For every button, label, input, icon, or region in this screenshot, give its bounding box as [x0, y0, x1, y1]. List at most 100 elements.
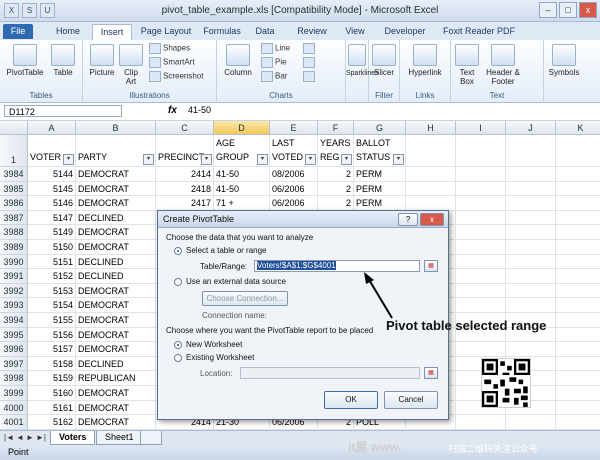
tab-insert[interactable]: Insert: [92, 24, 132, 40]
cell[interactable]: [406, 135, 456, 167]
cell[interactable]: [556, 240, 600, 255]
external-source-radio[interactable]: [174, 278, 182, 286]
tab-foxit-reader-pdf[interactable]: Foxit Reader PDF: [440, 24, 518, 39]
cell-voter[interactable]: 5149: [28, 225, 76, 240]
cell-age[interactable]: 71 +: [214, 196, 270, 211]
column-header-g[interactable]: G: [354, 121, 406, 135]
header-cell[interactable]: AGE GROUP ▾: [214, 135, 270, 167]
filter-dropdown-icon[interactable]: ▾: [143, 154, 154, 165]
slicer-button[interactable]: Slicer: [371, 44, 397, 77]
cell-party[interactable]: DEMOCRAT: [76, 415, 156, 430]
fx-icon[interactable]: fx: [168, 105, 177, 116]
tab-review[interactable]: Review: [292, 24, 332, 39]
cell-voter[interactable]: 5162: [28, 415, 76, 430]
cell-voted[interactable]: 06/2006: [270, 196, 318, 211]
filter-dropdown-icon[interactable]: ▾: [393, 154, 404, 165]
cell[interactable]: [456, 167, 506, 182]
cell[interactable]: [556, 313, 600, 328]
close-button[interactable]: x: [579, 2, 597, 18]
cell-voter[interactable]: 5156: [28, 327, 76, 343]
tab-formulas[interactable]: Formulas: [200, 24, 244, 39]
cell[interactable]: [456, 269, 506, 284]
column-header-j[interactable]: J: [506, 121, 556, 135]
cell[interactable]: [456, 415, 506, 430]
cell-voter[interactable]: 5150: [28, 240, 76, 255]
column-header-f[interactable]: F: [318, 121, 354, 135]
cell[interactable]: [456, 240, 506, 255]
clipart-button[interactable]: Clip Art: [119, 44, 143, 86]
row-header[interactable]: 3985: [0, 181, 28, 197]
tab-developer[interactable]: Developer: [378, 24, 432, 39]
cell-voter[interactable]: 5146: [28, 196, 76, 211]
cell[interactable]: [456, 225, 506, 240]
prev-sheet-button[interactable]: ◄: [16, 433, 24, 442]
cell[interactable]: [556, 298, 600, 313]
cell-party[interactable]: DECLINED: [76, 356, 156, 372]
cell[interactable]: [456, 283, 506, 299]
column-header-e[interactable]: E: [270, 121, 318, 135]
cell[interactable]: [556, 371, 600, 386]
cell[interactable]: [456, 135, 506, 167]
column-header-a[interactable]: A: [28, 121, 76, 135]
screenshot-button[interactable]: Screenshot: [149, 71, 203, 82]
column-header-c[interactable]: C: [156, 121, 214, 135]
area-chart-button[interactable]: [303, 43, 317, 54]
scatter-chart-button[interactable]: [303, 57, 317, 68]
filter-dropdown-icon[interactable]: ▾: [341, 154, 352, 165]
maximize-button[interactable]: □: [559, 2, 577, 18]
cell-voter[interactable]: 5157: [28, 342, 76, 357]
cell[interactable]: [556, 211, 600, 226]
cell-precinct[interactable]: 2417: [156, 196, 214, 211]
column-header-h[interactable]: H: [406, 121, 456, 135]
existing-worksheet-radio[interactable]: [174, 354, 182, 362]
row-header[interactable]: 3995: [0, 327, 28, 343]
row-header[interactable]: 3993: [0, 298, 28, 313]
cell-party[interactable]: DECLINED: [76, 254, 156, 270]
cell[interactable]: [406, 181, 456, 197]
name-box[interactable]: D1172: [4, 105, 122, 117]
row-header[interactable]: 4000: [0, 400, 28, 416]
cell[interactable]: [506, 342, 556, 357]
cell[interactable]: [556, 401, 600, 416]
first-sheet-button[interactable]: |◄: [4, 433, 14, 442]
other-charts-button[interactable]: [303, 71, 317, 82]
smartart-button[interactable]: SmartArt: [149, 57, 195, 68]
sparklines-button[interactable]: Sparklines: [346, 44, 379, 78]
cell[interactable]: [556, 167, 600, 182]
cell-years[interactable]: 2: [318, 181, 354, 197]
cell[interactable]: [506, 167, 556, 182]
cell-party[interactable]: DEMOCRAT: [76, 386, 156, 401]
table-button[interactable]: Table: [48, 44, 78, 77]
cell-voter[interactable]: 5160: [28, 386, 76, 401]
cell[interactable]: [556, 357, 600, 372]
cell[interactable]: [506, 210, 556, 226]
choose-connection-button[interactable]: Choose Connection...: [202, 291, 288, 306]
cell-years[interactable]: 2: [318, 167, 354, 182]
header-cell[interactable]: VOTER ▾: [28, 135, 76, 167]
cell-status[interactable]: PERM: [354, 181, 406, 197]
filter-dropdown-icon[interactable]: ▾: [63, 154, 74, 165]
cell-party[interactable]: DEMOCRAT: [76, 298, 156, 313]
row-header[interactable]: 3991: [0, 269, 28, 284]
bar-chart-button[interactable]: Bar: [261, 71, 287, 82]
cell-age[interactable]: 41-50: [214, 167, 270, 182]
cell[interactable]: [456, 181, 506, 197]
cell[interactable]: [556, 342, 600, 357]
header-cell[interactable]: PRECINCT ▾: [156, 135, 214, 167]
minimize-button[interactable]: –: [539, 2, 557, 18]
cell-precinct[interactable]: 2414: [156, 167, 214, 182]
cell[interactable]: [506, 225, 556, 240]
help-button[interactable]: ?: [398, 213, 418, 226]
cell[interactable]: [556, 284, 600, 299]
row-header[interactable]: 3990: [0, 254, 28, 270]
cell-status[interactable]: PERM: [354, 196, 406, 211]
cell-years[interactable]: 2: [318, 196, 354, 211]
shapes-button[interactable]: Shapes: [149, 43, 190, 54]
cell-party[interactable]: REPUBLICAN: [76, 371, 156, 386]
location-collapse-icon[interactable]: ▦: [424, 367, 438, 379]
tab-data[interactable]: Data: [250, 24, 280, 39]
cell-party[interactable]: DEMOCRAT: [76, 181, 156, 197]
column-header-k[interactable]: K: [556, 121, 600, 135]
row-header[interactable]: 3994: [0, 313, 28, 328]
column-header-b[interactable]: B: [76, 121, 156, 135]
